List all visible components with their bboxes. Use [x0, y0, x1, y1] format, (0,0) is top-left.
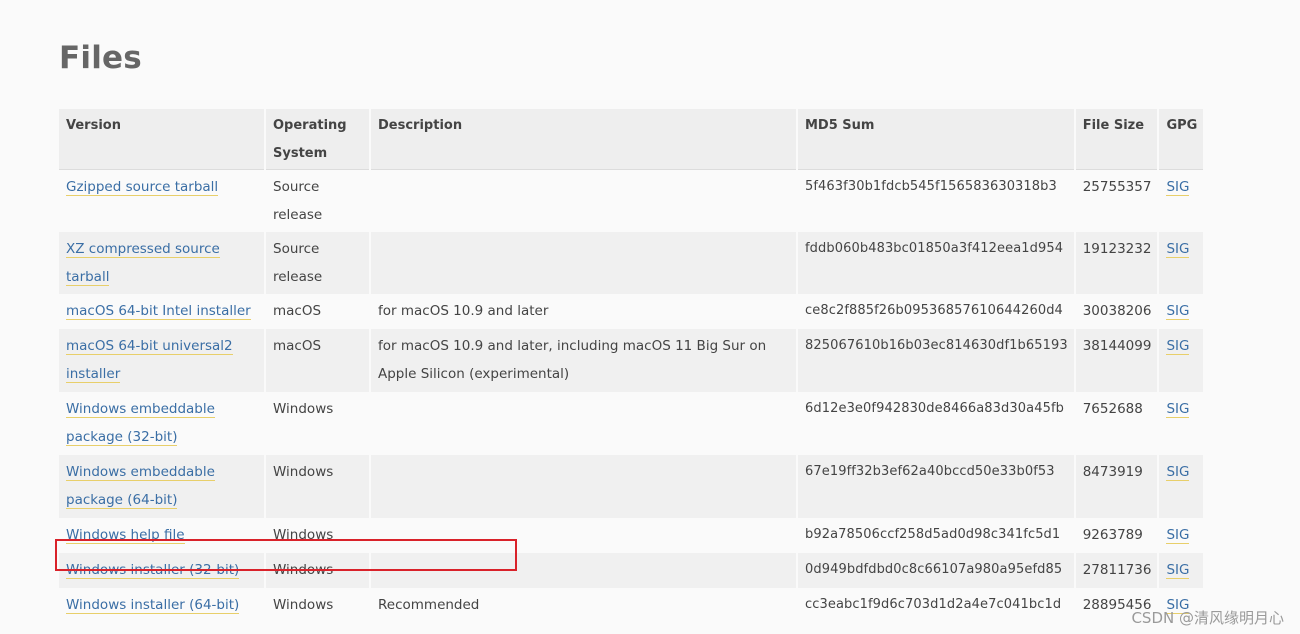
cell-os: macOS [266, 329, 369, 392]
cell-description [371, 553, 796, 588]
cell-gpg: SIG [1159, 329, 1204, 392]
sig-link[interactable]: SIG [1166, 303, 1190, 320]
cell-description [371, 392, 796, 455]
cell-size: 8473919 [1075, 455, 1158, 518]
table-row: Windows help file Windows b92a78506ccf25… [59, 518, 1204, 553]
cell-gpg: SIG [1159, 518, 1204, 553]
page-title: Files [59, 40, 142, 76]
cell-version: Windows installer (32-bit) [59, 553, 264, 588]
cell-os: Source release [266, 232, 369, 294]
table-row: Gzipped source tarball Source release 5f… [59, 170, 1204, 232]
table-row: macOS 64-bit universal2 installer macOS … [59, 329, 1204, 392]
sig-link[interactable]: SIG [1166, 401, 1190, 418]
cell-md5: fddb060b483bc01850a3f412eea1d954 [798, 232, 1074, 294]
cell-os: Windows [266, 553, 369, 588]
cell-md5: 5f463f30b1fdcb545f156583630318b3 [798, 170, 1074, 232]
cell-version: Gzipped source tarball [59, 170, 264, 232]
watermark: CSDN @清风缘明月心 [1131, 609, 1284, 627]
cell-description: Recommended [371, 588, 796, 623]
sig-link[interactable]: SIG [1166, 562, 1190, 579]
file-link[interactable]: macOS 64-bit Intel installer [66, 303, 251, 320]
cell-os: Windows [266, 455, 369, 518]
cell-description: for macOS 10.9 and later [371, 294, 796, 329]
cell-md5: 825067610b16b03ec814630df1b65193 [798, 329, 1074, 392]
cell-md5: cc3eabc1f9d6c703d1d2a4e7c041bc1d [798, 588, 1074, 623]
cell-gpg: SIG [1159, 455, 1204, 518]
cell-size: 25755357 [1075, 170, 1158, 232]
cell-os: Windows [266, 392, 369, 455]
cell-description: for macOS 10.9 and later, including macO… [371, 329, 796, 392]
cell-md5: 67e19ff32b3ef62a40bccd50e33b0f53 [798, 455, 1074, 518]
file-link[interactable]: Windows embeddable package (32-bit) [66, 401, 215, 446]
cell-size: 9263789 [1075, 518, 1158, 553]
header-file-size: File Size [1075, 109, 1158, 170]
sig-link[interactable]: SIG [1166, 464, 1190, 481]
cell-version: Windows embeddable package (64-bit) [59, 455, 264, 518]
file-link[interactable]: macOS 64-bit universal2 installer [66, 338, 233, 383]
table-row: Windows installer (64-bit) Windows Recom… [59, 588, 1204, 623]
cell-md5: 6d12e3e0f942830de8466a83d30a45fb [798, 392, 1074, 455]
file-link[interactable]: Windows installer (32-bit) [66, 562, 240, 579]
header-md5-sum: MD5 Sum [798, 109, 1074, 170]
cell-os: Windows [266, 518, 369, 553]
files-page: Files Version Operating System Descripti… [0, 0, 1300, 634]
cell-md5: b92a78506ccf258d5ad0d98c341fc5d1 [798, 518, 1074, 553]
file-link[interactable]: Gzipped source tarball [66, 179, 219, 196]
header-gpg: GPG [1159, 109, 1204, 170]
cell-md5: ce8c2f885f26b09536857610644260d4 [798, 294, 1074, 329]
cell-size: 38144099 [1075, 329, 1158, 392]
table-row: XZ compressed source tarball Source rele… [59, 232, 1204, 294]
cell-gpg: SIG [1159, 170, 1204, 232]
sig-link[interactable]: SIG [1166, 338, 1190, 355]
file-link[interactable]: Windows embeddable package (64-bit) [66, 464, 215, 509]
sig-link[interactable]: SIG [1166, 241, 1190, 258]
file-link[interactable]: Windows installer (64-bit) [66, 597, 240, 614]
cell-gpg: SIG [1159, 553, 1204, 588]
cell-version: macOS 64-bit Intel installer [59, 294, 264, 329]
header-version: Version [59, 109, 264, 170]
cell-version: XZ compressed source tarball [59, 232, 264, 294]
cell-version: Windows installer (64-bit) [59, 588, 264, 623]
table-body: Gzipped source tarball Source release 5f… [59, 170, 1204, 623]
table-row: Windows embeddable package (32-bit) Wind… [59, 392, 1204, 455]
header-operating-system: Operating System [266, 109, 369, 170]
cell-version: macOS 64-bit universal2 installer [59, 329, 264, 392]
cell-size: 27811736 [1075, 553, 1158, 588]
cell-description [371, 170, 796, 232]
cell-os: Source release [266, 170, 369, 232]
cell-md5: 0d949bdfdbd0c8c66107a980a95efd85 [798, 553, 1074, 588]
cell-size: 7652688 [1075, 392, 1158, 455]
table-row: Windows embeddable package (64-bit) Wind… [59, 455, 1204, 518]
cell-description [371, 518, 796, 553]
cell-version: Windows help file [59, 518, 264, 553]
cell-gpg: SIG [1159, 392, 1204, 455]
sig-link[interactable]: SIG [1166, 527, 1190, 544]
cell-description [371, 455, 796, 518]
cell-os: Windows [266, 588, 369, 623]
file-link[interactable]: Windows help file [66, 527, 185, 544]
table-row: macOS 64-bit Intel installer macOS for m… [59, 294, 1204, 329]
cell-size: 30038206 [1075, 294, 1158, 329]
file-link[interactable]: XZ compressed source tarball [66, 241, 220, 286]
files-table: Version Operating System Description MD5… [57, 109, 1205, 623]
header-description: Description [371, 109, 796, 170]
sig-link[interactable]: SIG [1166, 179, 1190, 196]
table-row: Windows installer (32-bit) Windows 0d949… [59, 553, 1204, 588]
cell-description [371, 232, 796, 294]
cell-os: macOS [266, 294, 369, 329]
cell-gpg: SIG [1159, 294, 1204, 329]
cell-gpg: SIG [1159, 232, 1204, 294]
cell-version: Windows embeddable package (32-bit) [59, 392, 264, 455]
cell-size: 19123232 [1075, 232, 1158, 294]
table-header-row: Version Operating System Description MD5… [59, 109, 1204, 170]
